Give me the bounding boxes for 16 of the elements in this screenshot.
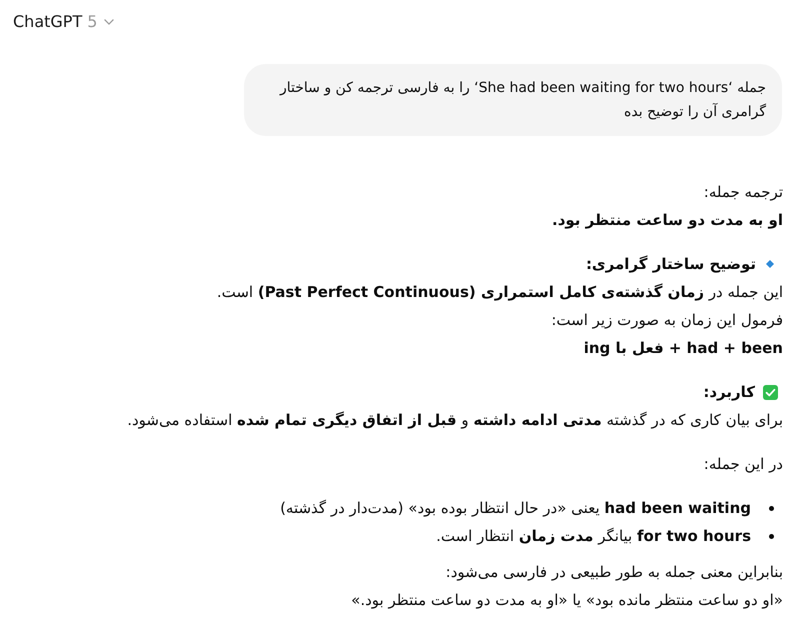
chevron-down-icon (104, 19, 114, 25)
response-text: «او دو ساعت منتظر مانده بود» یا «او به مدت دو ساعت منتظر بود.» (351, 591, 783, 609)
section-heading: کاربرد: (703, 382, 755, 403)
response-bold-text: had + been + فعل با ing (584, 339, 783, 357)
response-text: در این جمله: (704, 455, 783, 473)
response-text: فرمول این زمان به صورت زیر است: (551, 311, 783, 329)
user-message-bubble: جمله ‘She had been waiting for two hours‘ را به فارسی ترجمه کن و ساختار گرامری آن را توضیح بده (244, 64, 782, 136)
diamond-icon (766, 260, 774, 268)
response-text: ترجمه جمله: (704, 183, 783, 201)
model-selector[interactable]: ChatGPT 5 (13, 10, 114, 34)
section-heading: توضیح ساختار گرامری: (586, 254, 756, 275)
response-text: این جمله در زمان گذشته‌ی کامل استمراری (Past Perfect Continuous) است. (216, 283, 783, 301)
response-bold-text: او به مدت دو ساعت منتظر بود. (552, 211, 783, 229)
response-text: برای بیان کاری که در گذشته مدتی ادامه داشته و قبل از اتفاق دیگری تمام شده استفاده می‌شود. (127, 411, 783, 429)
check-mark-icon (763, 384, 778, 400)
response-text: بنابراین معنی جمله به طور طبیعی در فارسی می‌شود: (446, 563, 783, 581)
